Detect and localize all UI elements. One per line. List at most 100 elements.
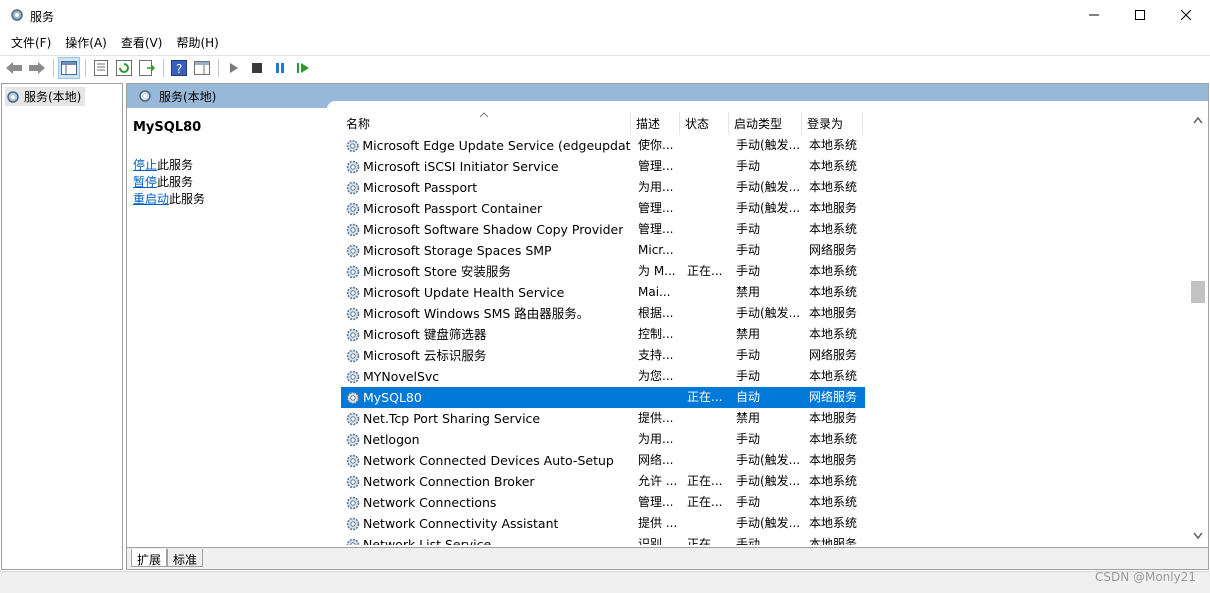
maximize-button[interactable]: [1117, 0, 1163, 30]
table-row[interactable]: Netlogon 为用... 手动 本地系统: [341, 429, 865, 450]
service-name: Microsoft Software Shadow Copy Provider: [363, 222, 624, 237]
stop-service-link[interactable]: 停止: [133, 158, 157, 172]
menu-view[interactable]: 查看(V): [114, 32, 170, 53]
table-row[interactable]: Microsoft 云标识服务 支持... 手动 网络服务: [341, 345, 865, 366]
service-name-cell: Microsoft 云标识服务: [345, 345, 631, 366]
close-button[interactable]: [1163, 0, 1209, 30]
scroll-down-arrow[interactable]: [1192, 532, 1204, 544]
tab-extended-label: 扩展: [137, 553, 162, 567]
menu-bar: 文件(F) 操作(A) 查看(V) 帮助(H): [0, 32, 1210, 53]
service-gear-icon: [346, 517, 360, 530]
service-name: Microsoft Edge Update Service (edgeupdat…: [362, 138, 631, 153]
service-startup-type: 手动: [736, 222, 761, 236]
table-row[interactable]: Network Connection Broker 允许 ... 正在... 手动(触…: [341, 471, 865, 492]
service-logon-as: 本地服务: [809, 453, 858, 467]
column-header-logon[interactable]: 登录为: [802, 112, 863, 135]
restart-service-link[interactable]: 重启动: [133, 192, 169, 206]
column-startup-label: 启动类型: [734, 117, 783, 131]
service-description: 根据...: [638, 306, 674, 320]
service-startup-type: 手动: [736, 495, 761, 509]
service-name: Microsoft Update Health Service: [363, 285, 565, 300]
table-row[interactable]: Microsoft Windows SMS 路由器服务。 根据... 手动(触发..…: [341, 303, 865, 324]
table-row[interactable]: Microsoft Passport 为用... 手动(触发... 本地系统: [341, 177, 865, 198]
table-row[interactable]: MYNovelSvc 为您... 手动 本地系统: [341, 366, 865, 387]
minimize-button[interactable]: [1071, 0, 1117, 30]
tab-standard-label: 标准: [173, 553, 198, 567]
export-list-button[interactable]: [136, 57, 158, 79]
show-console-tree-button[interactable]: [58, 57, 80, 79]
properties-button[interactable]: [90, 57, 112, 79]
service-name-cell: Microsoft Storage Spaces SMP: [345, 240, 631, 261]
service-logon-as: 本地服务: [809, 306, 858, 320]
service-logon-as: 本地服务: [809, 201, 858, 215]
stop-service-button[interactable]: [246, 57, 268, 79]
table-row[interactable]: Network List Service 识别... 正在... 手动 本地服务: [341, 534, 865, 545]
table-row[interactable]: MySQL80 正在... 自动 网络服务: [341, 387, 865, 408]
service-status: [687, 240, 731, 261]
restart-service-button[interactable]: [292, 57, 314, 79]
help-button[interactable]: ?: [168, 57, 190, 79]
service-gear-icon: [346, 160, 360, 173]
column-header-status[interactable]: 状态: [680, 112, 729, 135]
service-name-cell: Network Connectivity Assistant: [345, 513, 631, 534]
table-row[interactable]: Microsoft Update Health Service Mai... 禁用 本…: [341, 282, 865, 303]
service-gear-icon: [346, 496, 360, 509]
service-gear-icon: [346, 475, 360, 488]
table-row[interactable]: Microsoft Passport Container 管理... 手动(触发..…: [341, 198, 865, 219]
service-status: [687, 450, 731, 471]
table-row[interactable]: Network Connected Devices Auto-Setup 网络..…: [341, 450, 865, 471]
close-icon: [1181, 10, 1191, 20]
service-name: Microsoft Storage Spaces SMP: [363, 243, 552, 258]
service-description: 管理...: [638, 222, 674, 236]
tab-standard[interactable]: 标准: [167, 549, 204, 567]
menu-action[interactable]: 操作(A): [58, 32, 114, 53]
forward-button[interactable]: [26, 57, 48, 79]
service-name-cell: MYNovelSvc: [345, 366, 631, 387]
service-description: 识别...: [638, 537, 674, 545]
table-row[interactable]: Network Connections 管理... 正在... 手动 本地系统: [341, 492, 865, 513]
status-bar: [0, 571, 1210, 593]
tree-item-services-local[interactable]: 服务(本地): [5, 87, 86, 106]
back-button[interactable]: [3, 57, 25, 79]
service-name: Microsoft 键盘筛选器: [363, 327, 487, 342]
column-header-startup[interactable]: 启动类型: [729, 112, 802, 135]
vertical-scrollbar[interactable]: [1188, 108, 1208, 545]
table-row[interactable]: Network Connectivity Assistant 提供 ... 手动(触…: [341, 513, 865, 534]
refresh-button[interactable]: [113, 57, 135, 79]
tab-extended[interactable]: 扩展: [131, 549, 168, 567]
service-startup-type: 手动(触发...: [736, 474, 801, 488]
column-header-name[interactable]: 名称: [341, 112, 631, 135]
show-action-pane-button[interactable]: [191, 57, 213, 79]
table-row[interactable]: Microsoft Software Shadow Copy Provider 管…: [341, 219, 865, 240]
table-row[interactable]: Net.Tcp Port Sharing Service 提供... 禁用 本地服务: [341, 408, 865, 429]
service-name-cell: Microsoft 键盘筛选器: [345, 324, 631, 345]
restart-action: 重启动此服务: [133, 191, 323, 208]
table-row[interactable]: Microsoft Storage Spaces SMP Micr... 手动 网络服…: [341, 240, 865, 261]
sort-ascending-icon: [479, 112, 489, 118]
service-logon-as: 本地系统: [809, 495, 858, 509]
toolbar-separator: [218, 59, 219, 77]
service-startup-type: 手动(触发...: [736, 453, 801, 467]
menu-help[interactable]: 帮助(H): [169, 32, 225, 53]
toolbar-separator: [163, 59, 164, 77]
start-service-button[interactable]: [223, 57, 245, 79]
service-startup-type: 手动: [736, 243, 761, 257]
service-status: [687, 282, 731, 303]
service-startup-type: 手动: [736, 159, 761, 173]
service-status: 正在...: [687, 390, 723, 404]
table-row[interactable]: Microsoft Edge Update Service (edgeupdat…: [341, 135, 865, 156]
service-description: 提供 ...: [638, 516, 678, 530]
scroll-up-arrow[interactable]: [1192, 116, 1204, 128]
table-row[interactable]: Microsoft Store 安装服务 为 M... 正在... 手动 本地系统: [341, 261, 865, 282]
service-description: 管理...: [638, 159, 674, 173]
menu-file[interactable]: 文件(F): [4, 32, 58, 53]
pause-service-link[interactable]: 暂停: [133, 175, 157, 189]
service-name: Microsoft Windows SMS 路由器服务。: [363, 306, 590, 321]
pause-service-button[interactable]: [269, 57, 291, 79]
column-header-desc[interactable]: 描述: [631, 112, 680, 135]
service-gear-icon: [346, 202, 360, 215]
service-startup-type: 自动: [736, 390, 761, 404]
table-row[interactable]: Microsoft iSCSI Initiator Service 管理... 手动…: [341, 156, 865, 177]
table-row[interactable]: Microsoft 键盘筛选器 控制... 禁用 本地系统: [341, 324, 865, 345]
scrollbar-thumb[interactable]: [1191, 281, 1205, 303]
